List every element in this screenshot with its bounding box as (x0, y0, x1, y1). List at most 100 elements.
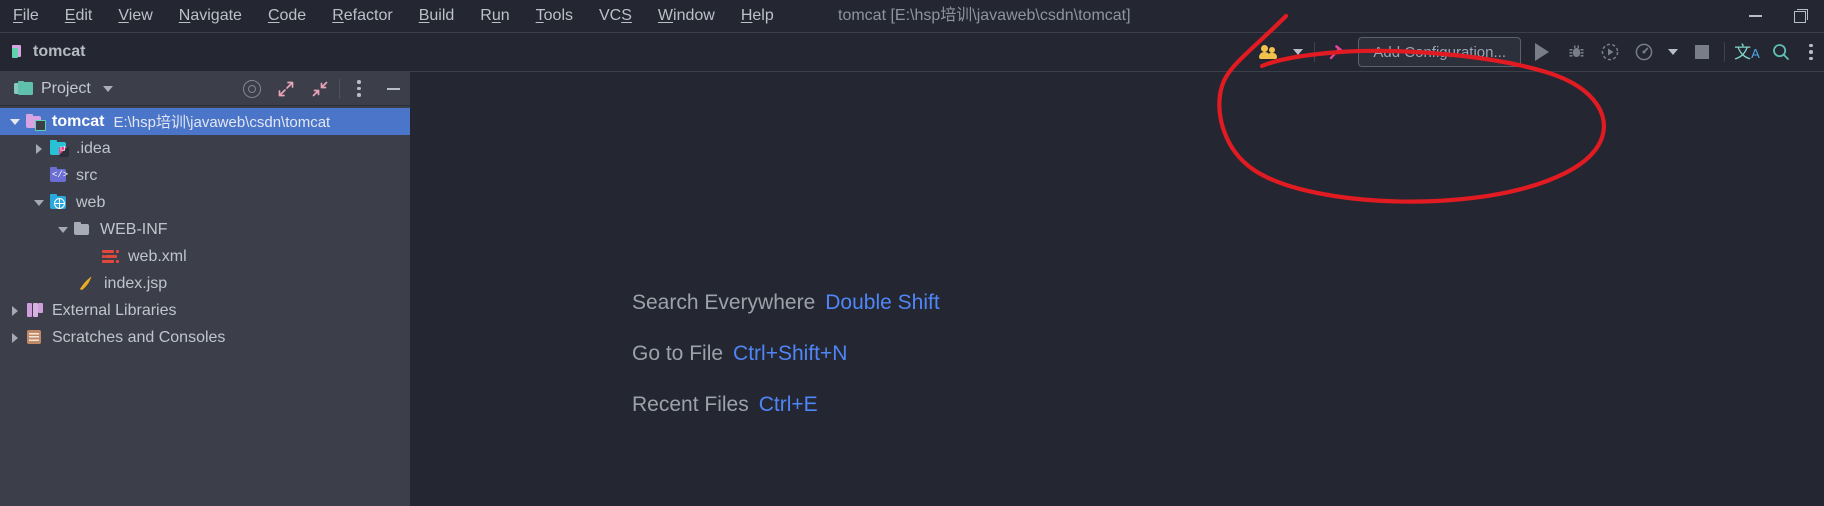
twisty-down[interactable] (52, 216, 74, 243)
stop-button[interactable] (1685, 33, 1719, 71)
tree-row-tomcat[interactable]: tomcat E:\hsp培训\javaweb\csdn\tomcat (0, 108, 410, 135)
more-vertical-icon (1809, 43, 1813, 61)
search-button[interactable] (1764, 33, 1798, 71)
tree-row-index-jsp[interactable]: index.jsp (0, 270, 410, 297)
translate-icon: 文A (1734, 44, 1760, 61)
menu-item-view[interactable]: View (105, 0, 165, 32)
tree-label: External Libraries (52, 301, 177, 319)
profiler-gauge-icon (1635, 43, 1653, 61)
twisty-right[interactable] (4, 297, 26, 324)
tree-row-web-xml[interactable]: web.xml (0, 243, 410, 270)
menu-item-window[interactable]: Window (645, 0, 728, 32)
breadcrumb[interactable]: tomcat (8, 33, 89, 71)
debug-bug-icon (1569, 45, 1583, 57)
tree-label: web (76, 193, 106, 211)
hint-shortcut: Ctrl+Shift+N (733, 342, 848, 365)
expand-arrows-icon (278, 81, 294, 96)
project-panel-title-group[interactable]: Project (0, 80, 113, 98)
tree-row-scratches-and-consoles[interactable]: Scratches and Consoles (0, 324, 410, 351)
hammer-icon (1330, 45, 1345, 60)
minimize-panel-icon (386, 87, 400, 90)
menu-item-refactor[interactable]: Refactor (319, 0, 405, 32)
tree-label: src (76, 166, 98, 184)
editor-shortcut-hints: Search Everywhere Double Shift Go to File… (632, 291, 940, 417)
stop-square-icon (1695, 45, 1709, 59)
idea-window: File Edit View Navigate Code Refactor Bu… (0, 0, 1824, 506)
project-options-button[interactable] (342, 72, 376, 105)
chevron-down-icon[interactable] (102, 85, 113, 92)
hint-label: Recent Files (632, 393, 749, 416)
module-icon (12, 45, 26, 59)
breadcrumb-label: tomcat (33, 43, 86, 60)
twisty-right[interactable] (4, 324, 26, 351)
run-button[interactable] (1525, 33, 1559, 71)
twisty-down[interactable] (28, 189, 50, 216)
hint-shortcut: Ctrl+E (758, 393, 818, 416)
translate-sub-glyph: A (1751, 45, 1760, 61)
hint-label: Go to File (632, 342, 724, 365)
translate-button[interactable]: 文A (1730, 33, 1764, 71)
idea-folder-icon (50, 140, 69, 157)
project-module-folder-icon (26, 113, 46, 131)
restore-button[interactable] (1778, 0, 1824, 32)
menu-item-file[interactable]: File (0, 0, 52, 32)
run-with-coverage-button[interactable] (1593, 33, 1627, 71)
tree-row-src[interactable]: </> src (0, 162, 410, 189)
collaborate-button[interactable] (1253, 33, 1287, 71)
web-folder-icon (50, 194, 69, 211)
toolbar-more-button[interactable] (1798, 33, 1824, 71)
collaborate-dropdown[interactable] (1287, 33, 1309, 71)
profiler-dropdown[interactable] (1661, 33, 1685, 71)
tree-row-external-libraries[interactable]: External Libraries (0, 297, 410, 324)
menu-item-edit[interactable]: Edit (52, 0, 106, 32)
minimize-button[interactable] (1732, 0, 1778, 32)
scratches-icon (26, 329, 45, 346)
tree-label: index.jsp (104, 274, 168, 292)
collapse-arrows-icon (312, 81, 328, 96)
tree-label: .idea (76, 139, 111, 157)
hint-search-everywhere: Search Everywhere Double Shift (632, 291, 940, 315)
toolbar-separator-2 (1724, 42, 1725, 62)
tree-row-web-inf[interactable]: WEB-INF (0, 216, 410, 243)
tree-path: E:\hsp培训\javaweb\csdn\tomcat (113, 114, 331, 131)
restore-icon (1794, 9, 1808, 23)
project-tool-window: Project tomcat E:\hsp培训\javaweb\csdn\tom… (0, 72, 410, 506)
menu-item-build[interactable]: Build (406, 0, 468, 32)
menu-item-code[interactable]: Code (255, 0, 319, 32)
twisty-right[interactable] (28, 135, 50, 162)
menu-item-navigate[interactable]: Navigate (166, 0, 255, 32)
run-play-icon (1535, 43, 1549, 61)
tree-label: tomcat (52, 112, 105, 130)
run-with-coverage-icon (1601, 43, 1619, 61)
panel-actions-separator (339, 78, 340, 99)
twisty-down[interactable] (4, 108, 26, 135)
select-opened-file-button[interactable] (235, 72, 269, 105)
debug-button[interactable] (1559, 33, 1593, 71)
hide-panel-button[interactable] (376, 72, 410, 105)
expand-all-button[interactable] (269, 72, 303, 105)
add-configuration-button[interactable]: Add Configuration... (1358, 37, 1521, 67)
menu-item-tools[interactable]: Tools (523, 0, 586, 32)
menu-item-run[interactable]: Run (467, 0, 522, 32)
project-panel-actions (235, 72, 410, 105)
editor-empty-area: Search Everywhere Double Shift Go to File… (411, 72, 1824, 506)
menu-item-help[interactable]: Help (728, 0, 787, 32)
menu-bar: File Edit View Navigate Code Refactor Bu… (0, 0, 1824, 32)
project-panel-title: Project (41, 79, 91, 97)
source-folder-icon: </> (50, 167, 69, 184)
hint-label: Search Everywhere (632, 291, 816, 314)
project-panel-header: Project (0, 72, 410, 106)
menu-item-vcs[interactable]: VCS (586, 0, 645, 32)
twisty-none (28, 162, 50, 189)
tree-label: Scratches and Consoles (52, 328, 226, 346)
tree-row-idea[interactable]: .idea (0, 135, 410, 162)
collapse-all-button[interactable] (303, 72, 337, 105)
translate-glyph: 文 (1734, 42, 1752, 62)
minimize-icon (1748, 15, 1762, 17)
profiler-button[interactable] (1627, 33, 1661, 71)
hint-recent-files: Recent Files Ctrl+E (632, 393, 940, 417)
tree-row-web[interactable]: web (0, 189, 410, 216)
build-project-button[interactable] (1320, 33, 1354, 71)
project-folder-icon (14, 81, 33, 96)
project-tree: tomcat E:\hsp培训\javaweb\csdn\tomcat .ide… (0, 106, 410, 351)
